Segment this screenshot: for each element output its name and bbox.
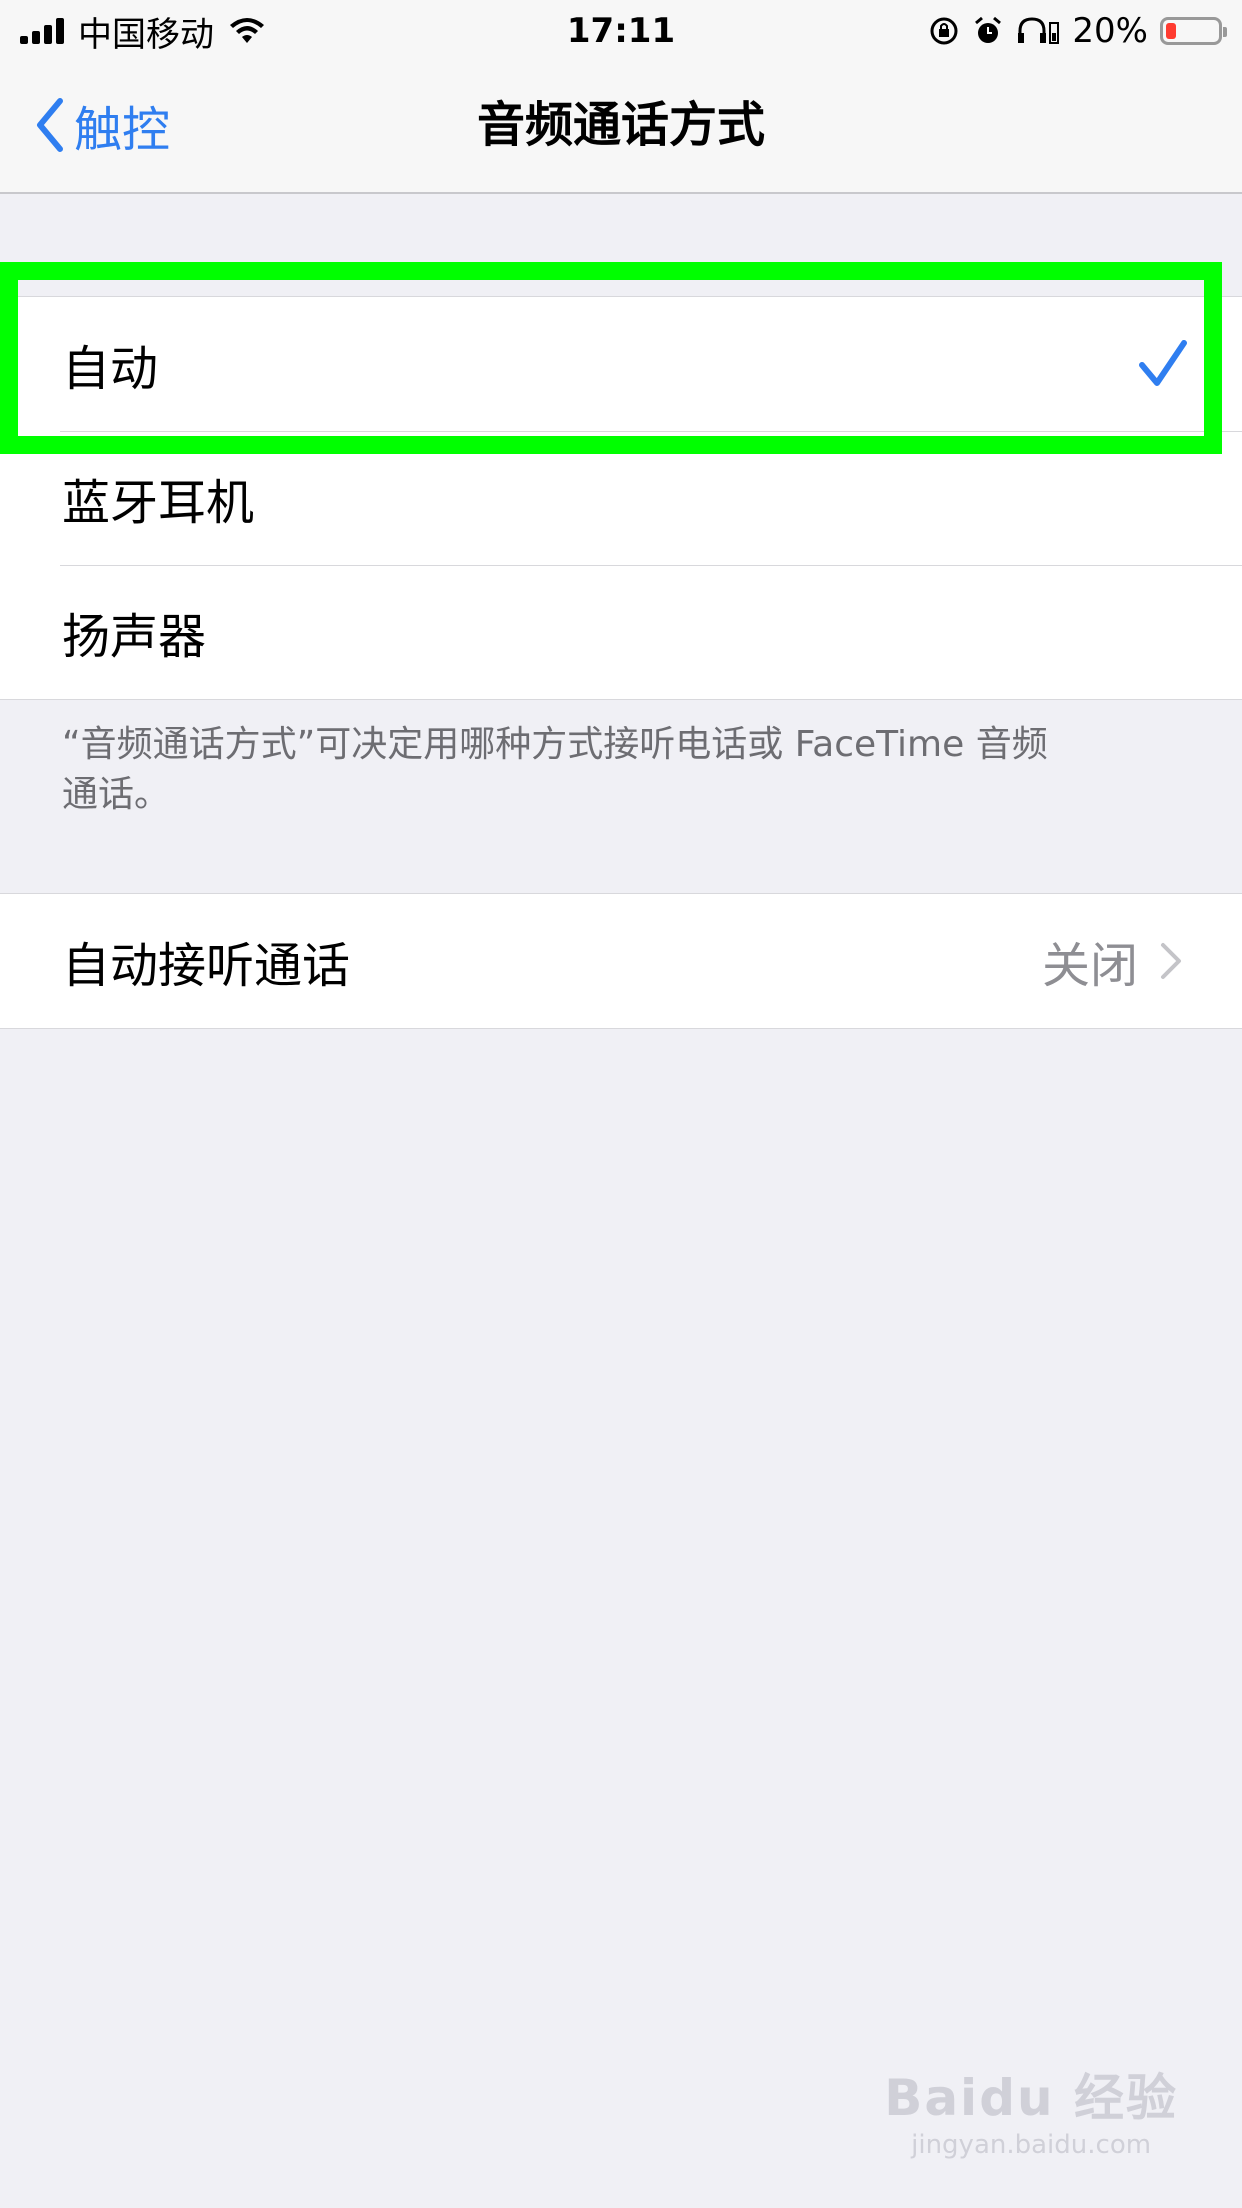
- option-label: 蓝牙耳机: [62, 475, 255, 531]
- battery-level-fill: [1166, 23, 1176, 39]
- checkmark-icon: [1139, 340, 1187, 386]
- call-audio-routing-list: 自动 蓝牙耳机 扬声器: [0, 296, 1242, 700]
- headphones-icon: [1018, 17, 1060, 44]
- auto-answer-group: 自动接听通话 关闭: [0, 893, 1242, 1029]
- chevron-right-icon: [1161, 943, 1181, 979]
- option-auto[interactable]: 自动: [0, 297, 1242, 431]
- battery-icon: [1160, 17, 1227, 45]
- baidu-watermark: Baidu 经验 jingyan.baidu.com: [884, 2058, 1178, 2160]
- watermark-logo: Baidu 经验: [884, 2069, 1178, 2127]
- navigation-bar: 触控 音频通话方式: [0, 62, 1242, 194]
- status-right: 20%: [928, 0, 1227, 62]
- status-bar: 中国移动 17:11 20%: [0, 0, 1242, 62]
- battery-percent: 20%: [1072, 11, 1148, 51]
- rotation-lock-icon: [930, 17, 958, 45]
- watermark-url: jingyan.baidu.com: [911, 2130, 1152, 2160]
- option-speaker[interactable]: 扬声器: [0, 565, 1242, 699]
- section-footer-note: “音频通话方式”可决定用哪种方式接听电话或 FaceTime 音频通话。: [62, 724, 1048, 815]
- option-label: 扬声器: [62, 609, 207, 665]
- alarm-icon: [975, 16, 1002, 43]
- auto-answer-value: 关闭: [1041, 938, 1138, 994]
- auto-answer-calls-row[interactable]: 自动接听通话 关闭: [0, 894, 1242, 1028]
- auto-answer-label: 自动接听通话: [62, 938, 351, 994]
- page-title: 音频通话方式: [476, 97, 765, 153]
- option-label: 自动: [62, 341, 159, 397]
- option-bluetooth-headset[interactable]: 蓝牙耳机: [0, 431, 1242, 565]
